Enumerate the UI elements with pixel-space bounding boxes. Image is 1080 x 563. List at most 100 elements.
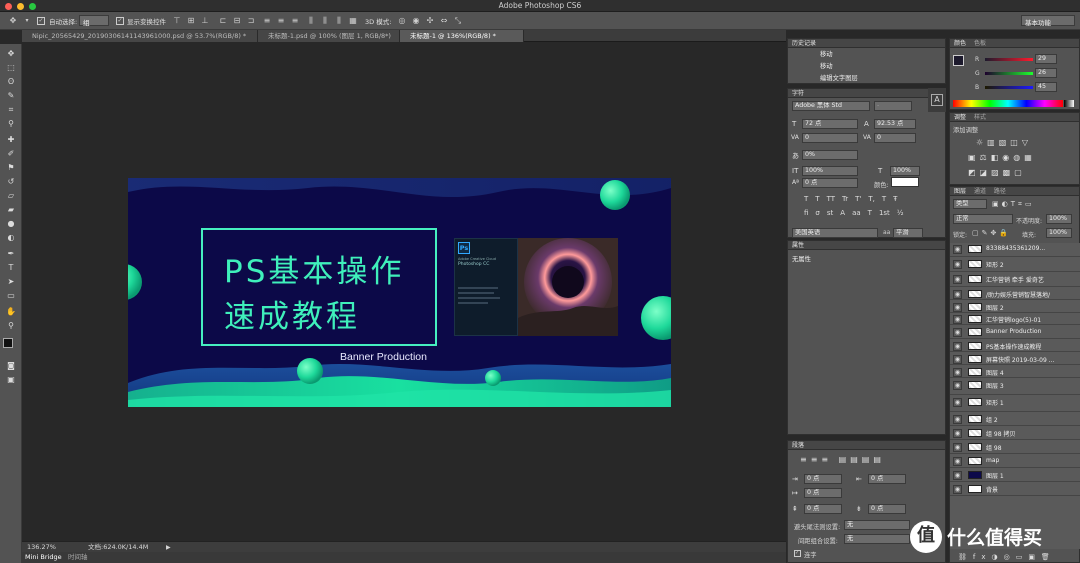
layer-row[interactable]: ◉ 组 2 bbox=[950, 413, 1080, 426]
path-select-tool-icon[interactable]: ➤ bbox=[4, 276, 18, 287]
layer-visibility-eye-icon[interactable]: ◉ bbox=[953, 328, 962, 337]
opacity-field[interactable]: 100% bbox=[1046, 214, 1072, 224]
foreground-color-swatch[interactable] bbox=[3, 338, 13, 348]
blue-field[interactable]: 45 bbox=[1035, 82, 1057, 92]
layer-visibility-eye-icon[interactable]: ◉ bbox=[953, 315, 962, 324]
pen-tool-icon[interactable]: ✒ bbox=[4, 248, 18, 259]
3d-rotate-icon[interactable]: ◎ bbox=[397, 16, 407, 25]
kerning-field[interactable]: 0 bbox=[802, 133, 858, 143]
opentype-button[interactable]: A bbox=[840, 209, 845, 217]
hand-tool-icon[interactable]: ✋ bbox=[4, 306, 18, 317]
clone-stamp-tool-icon[interactable]: ⚑ bbox=[4, 162, 18, 173]
text-style-button[interactable]: TT bbox=[827, 195, 835, 203]
layer-name[interactable]: 图层 2 bbox=[986, 303, 1004, 312]
tab-swatches[interactable]: 色板 bbox=[974, 40, 986, 47]
opentype-button[interactable]: fi bbox=[804, 209, 808, 217]
layer-visibility-eye-icon[interactable]: ◉ bbox=[953, 471, 962, 480]
layer-visibility-eye-icon[interactable]: ◉ bbox=[953, 457, 962, 466]
quick-mask-icon[interactable]: ◙ bbox=[4, 360, 18, 371]
move-tool-icon[interactable]: ✥ bbox=[8, 16, 18, 25]
layer-row[interactable]: ◉ 图层 4 bbox=[950, 366, 1080, 378]
history-panel-title[interactable]: 历史记录 bbox=[788, 39, 945, 48]
tab-layers[interactable]: 图层 bbox=[954, 188, 966, 195]
layer-row[interactable]: ◉ 屏幕快照 2019-03-09 ... bbox=[950, 353, 1080, 365]
gradient-tool-icon[interactable]: ▰ bbox=[4, 204, 18, 215]
fill-field[interactable]: 100% bbox=[1046, 228, 1072, 238]
layer-name[interactable]: 组 98 bbox=[986, 443, 1002, 452]
layer-visibility-eye-icon[interactable]: ◉ bbox=[953, 275, 962, 284]
layer-name[interactable]: 组 2 bbox=[986, 415, 998, 424]
opentype-button[interactable]: σ bbox=[815, 209, 819, 217]
tab-color[interactable]: 颜色 bbox=[954, 40, 966, 47]
color-ramp[interactable] bbox=[953, 100, 1063, 107]
dodge-tool-icon[interactable]: ◐ bbox=[4, 232, 18, 243]
tab-paths[interactable]: 路径 bbox=[994, 188, 1006, 195]
layer-visibility-eye-icon[interactable]: ◉ bbox=[953, 355, 962, 364]
paragraph-panel-title[interactable]: 段落 bbox=[788, 441, 945, 450]
indent-left-field[interactable]: 0 点 bbox=[804, 474, 842, 484]
tool-preset-dropdown-icon[interactable]: ▾ bbox=[22, 16, 32, 25]
layer-row[interactable]: ◉ Banner Production bbox=[950, 326, 1080, 339]
lock-icons[interactable]: ▢✎✥🔒 bbox=[972, 229, 1011, 237]
vertical-scale-field[interactable]: 100% bbox=[802, 166, 858, 176]
layer-row[interactable]: ◉ PS基本操作速成教程 bbox=[950, 340, 1080, 352]
font-style-select[interactable]: - bbox=[874, 101, 912, 111]
green-slider[interactable] bbox=[985, 72, 1033, 75]
layer-name[interactable]: /助力娱乐营销智慧落地/ bbox=[986, 290, 1050, 299]
layer-name[interactable]: 矩形 1 bbox=[986, 398, 1004, 407]
layer-name[interactable]: 背景 bbox=[986, 485, 998, 494]
layer-visibility-eye-icon[interactable]: ◉ bbox=[953, 303, 962, 312]
tab-mini-bridge[interactable]: Mini Bridge bbox=[25, 552, 62, 563]
tab-adjustments[interactable]: 调整 bbox=[954, 114, 966, 121]
tab-document-3[interactable]: 未标题-1 @ 136%(RGB/8) * bbox=[400, 30, 524, 42]
layer-row[interactable]: ◉ 矩形 1 bbox=[950, 396, 1080, 412]
distribute-top-icon[interactable]: ≡ bbox=[262, 16, 272, 25]
layer-row[interactable]: ◉ 图层 1 bbox=[950, 469, 1080, 482]
opentype-button[interactable]: st bbox=[827, 209, 833, 217]
compose-select[interactable]: 无 bbox=[844, 534, 910, 544]
first-line-field[interactable]: 0 点 bbox=[804, 488, 842, 498]
crop-tool-icon[interactable]: ⌗ bbox=[4, 104, 18, 115]
align-hcenter-icon[interactable]: ⊟ bbox=[232, 16, 242, 25]
blend-mode-select[interactable]: 正常 bbox=[953, 214, 1013, 224]
layer-row[interactable]: ◉ 汇华营销logo(5)-01 bbox=[950, 313, 1080, 325]
layer-filter-icons[interactable]: ▣◐T⌗▭ bbox=[992, 200, 1035, 209]
layer-name[interactable]: PS基本操作速成教程 bbox=[986, 342, 1041, 351]
opentype-button[interactable]: T bbox=[868, 209, 872, 217]
language-select[interactable]: 美国英语 bbox=[792, 228, 878, 238]
layer-name[interactable]: 汇华营销logo(5)-01 bbox=[986, 315, 1041, 324]
align-right-icon[interactable]: ⊐ bbox=[246, 16, 256, 25]
history-item[interactable]: 移动 bbox=[788, 49, 945, 60]
layer-name[interactable]: Banner Production bbox=[986, 328, 1041, 335]
layer-row[interactable]: ◉ 组 98 拷贝 bbox=[950, 427, 1080, 440]
eraser-tool-icon[interactable]: ▱ bbox=[4, 190, 18, 201]
layer-row[interactable]: ◉ 矩形 2 bbox=[950, 258, 1080, 272]
history-item[interactable]: 移动 bbox=[788, 61, 945, 72]
show-transform-checkbox[interactable]: ✓ bbox=[116, 17, 124, 25]
layer-footer-icons[interactable]: ⛓fx◑◎▭▣🗑 bbox=[950, 553, 1080, 563]
layer-name[interactable]: map bbox=[986, 457, 999, 464]
red-field[interactable]: 29 bbox=[1035, 54, 1057, 64]
font-size-field[interactable]: 72 点 bbox=[802, 119, 858, 129]
layer-visibility-eye-icon[interactable]: ◉ bbox=[953, 429, 962, 438]
text-style-button[interactable]: T bbox=[804, 195, 808, 203]
layer-name[interactable]: 组 98 拷贝 bbox=[986, 429, 1015, 438]
layer-visibility-eye-icon[interactable]: ◉ bbox=[953, 485, 962, 494]
hyphen-select[interactable]: 无 bbox=[844, 520, 910, 530]
adjustment-icons-row1[interactable]: ☼▥▧◫▽ bbox=[976, 138, 1032, 147]
align-left-icon[interactable]: ⊏ bbox=[218, 16, 228, 25]
move-tool-icon[interactable]: ✥ bbox=[4, 48, 18, 59]
blue-slider[interactable] bbox=[985, 86, 1033, 89]
auto-select-checkbox[interactable]: ✓ bbox=[37, 17, 45, 25]
layer-row[interactable]: ◉ /助力娱乐营销智慧落地/ bbox=[950, 288, 1080, 300]
text-style-button[interactable]: Ŧ bbox=[893, 195, 897, 203]
layer-visibility-eye-icon[interactable]: ◉ bbox=[953, 398, 962, 407]
leading-field[interactable]: 92.53 点 bbox=[874, 119, 916, 129]
layer-name[interactable]: 图层 4 bbox=[986, 368, 1004, 377]
eyedropper-tool-icon[interactable]: ⚲ bbox=[4, 118, 18, 129]
blur-tool-icon[interactable]: ● bbox=[4, 218, 18, 229]
align-bottom-icon[interactable]: ⊥ bbox=[200, 16, 210, 25]
layer-visibility-eye-icon[interactable]: ◉ bbox=[953, 260, 962, 269]
tracking-field[interactable]: 0 bbox=[874, 133, 916, 143]
banner-artwork[interactable]: PS基本操作 速成教程 Banner Production Ps Adobe C… bbox=[128, 178, 671, 407]
